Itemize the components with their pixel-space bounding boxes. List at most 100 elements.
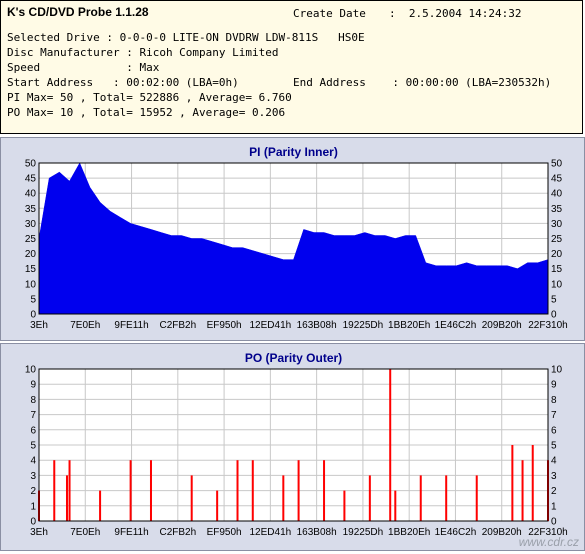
po-bar (53, 460, 56, 521)
y-tick-label-right: 5 (551, 294, 557, 305)
po-bar (190, 475, 193, 521)
x-tick-label: 209B20h (482, 527, 522, 538)
po-bar (394, 490, 397, 521)
po-bar (389, 369, 392, 521)
y-tick-label-right: 15 (551, 264, 563, 275)
x-tick-label: 163B08h (297, 527, 337, 538)
create-date-label: Create Date (293, 7, 366, 20)
y-tick-label-right: 5 (551, 441, 557, 452)
selected-drive: Selected Drive : 0-0-0-0 LITE-ON DVDRW L… (7, 31, 365, 44)
po-bar (521, 460, 524, 521)
y-tick-label-right: 0 (551, 310, 557, 321)
y-tick-label-left: 20 (25, 249, 37, 260)
x-tick-label: 1E46C2h (435, 527, 477, 538)
y-tick-label-right: 0 (551, 517, 557, 528)
y-tick-label-left: 3 (30, 471, 36, 482)
po-bar (65, 475, 68, 521)
pi-chart-panel: PI (Parity Inner) 0 0 5 5 10 10 15 15 20 20 25 25 30 3… (0, 137, 585, 341)
x-tick-label: EF950h (207, 320, 242, 331)
y-tick-label-right: 35 (551, 204, 563, 215)
po-bar (475, 475, 478, 521)
y-tick-label-right: 40 (551, 189, 563, 200)
pi-chart: PI (Parity Inner) 0 0 5 5 10 10 15 15 20 20 25 25 30 3… (25, 145, 568, 331)
x-tick-label: 22F310h (528, 320, 567, 331)
y-tick-label-right: 7 (551, 410, 557, 421)
chart-title: PI (Parity Inner) (249, 145, 338, 159)
po-chart-panel: PO (Parity Outer) 0 0 1 1 2 2 3 3 4 4 5 5 6 6 7 7 8 8 9 9 10 1… (0, 343, 585, 551)
po-bar (368, 475, 371, 521)
x-tick-label: 1E46C2h (435, 320, 477, 331)
y-tick-label-left: 0 (30, 517, 36, 528)
po-bar (282, 475, 285, 521)
x-tick-label: 19225Dh (343, 527, 384, 538)
y-tick-label-left: 30 (25, 219, 37, 230)
x-tick-label: 209B20h (482, 320, 522, 331)
disc-manufacturer: Disc Manufacturer : Ricoh Company Limite… (7, 46, 279, 59)
po-stats: PO Max= 10 , Total= 15952 , Average= 0.2… (7, 106, 286, 119)
create-date-value: : 2.5.2004 14:24:32 (389, 7, 522, 20)
y-tick-label-left: 1 (30, 501, 36, 512)
y-tick-label-right: 1 (551, 501, 557, 512)
x-tick-label: 9FE11h (114, 320, 148, 331)
po-bar (323, 460, 326, 521)
y-tick-label-right: 10 (551, 365, 563, 376)
y-tick-label-left: 2 (30, 486, 36, 497)
y-tick-label-left: 10 (25, 279, 37, 290)
x-tick-label: 3Eh (30, 527, 48, 538)
po-bar (419, 475, 422, 521)
speed: Speed : Max (7, 61, 160, 74)
y-tick-label-right: 2 (551, 486, 557, 497)
po-bar (445, 475, 448, 521)
x-tick-label: 12ED41h (250, 527, 292, 538)
y-tick-label-left: 45 (25, 174, 37, 185)
start-address: Start Address : 00:02:00 (LBA=0h) (7, 76, 239, 89)
y-tick-label-left: 10 (25, 365, 37, 376)
y-tick-label-left: 5 (30, 441, 36, 452)
y-tick-label-right: 8 (551, 395, 557, 406)
y-tick-label-left: 40 (25, 189, 37, 200)
po-bar (129, 460, 132, 521)
y-tick-label-right: 30 (551, 219, 563, 230)
end-address: End Address : 00:00:00 (LBA=230532h) (293, 76, 552, 89)
x-tick-label: EF950h (207, 527, 242, 538)
po-chart: PO (Parity Outer) 0 0 1 1 2 2 3 3 4 4 5 5 6 6 7 7 8 8 9 9 10 1… (25, 351, 568, 538)
x-tick-label: 1BB20Eh (388, 320, 430, 331)
po-bar (236, 460, 239, 521)
y-tick-label-left: 0 (30, 310, 36, 321)
po-bar (297, 460, 300, 521)
y-tick-label-right: 3 (551, 471, 557, 482)
x-tick-label: 3Eh (30, 320, 48, 331)
y-tick-label-left: 5 (30, 294, 36, 305)
y-tick-label-right: 20 (551, 249, 563, 260)
y-tick-label-left: 7 (30, 410, 36, 421)
app-title: K's CD/DVD Probe 1.1.28 (7, 5, 149, 19)
po-bar (251, 460, 254, 521)
po-bar (343, 490, 346, 521)
y-tick-label-right: 45 (551, 174, 563, 185)
y-tick-label-right: 25 (551, 234, 563, 245)
y-tick-label-right: 6 (551, 425, 557, 436)
x-tick-label: C2FB2h (159, 320, 196, 331)
y-tick-label-left: 8 (30, 395, 36, 406)
y-tick-label-left: 25 (25, 234, 37, 245)
y-tick-label-left: 9 (30, 380, 36, 391)
y-tick-label-right: 10 (551, 279, 563, 290)
y-tick-label-left: 50 (25, 159, 37, 170)
po-bar (216, 490, 219, 521)
x-tick-label: C2FB2h (159, 527, 196, 538)
x-tick-label: 12ED41h (250, 320, 292, 331)
y-tick-label-right: 4 (551, 456, 557, 467)
po-bar (511, 445, 514, 521)
y-tick-label-right: 9 (551, 380, 557, 391)
x-tick-label: 19225Dh (343, 320, 384, 331)
watermark: www.cdr.cz (518, 535, 579, 549)
x-tick-label: 9FE11h (114, 527, 148, 538)
y-tick-label-left: 4 (30, 456, 36, 467)
y-tick-label-left: 15 (25, 264, 37, 275)
x-tick-label: 7E0Eh (70, 320, 100, 331)
y-tick-label-left: 6 (30, 425, 36, 436)
x-tick-label: 163B08h (297, 320, 337, 331)
po-bar (68, 460, 71, 521)
info-panel: K's CD/DVD Probe 1.1.28 Create Date : 2.… (0, 0, 583, 134)
x-tick-label: 7E0Eh (70, 527, 100, 538)
